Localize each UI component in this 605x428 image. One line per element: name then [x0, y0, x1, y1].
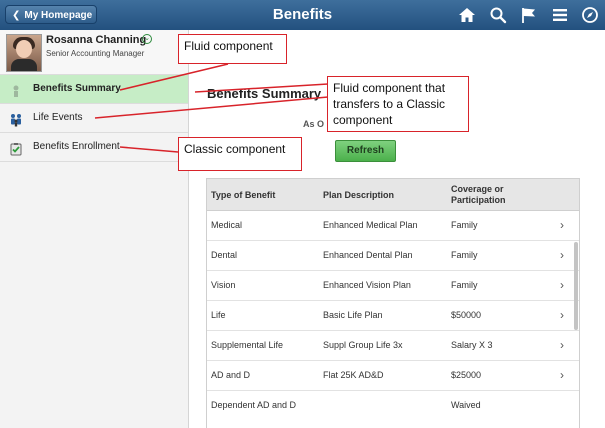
table-row[interactable]: Supplemental Life Suppl Group Life 3x Sa… [207, 331, 579, 361]
chevron-right-icon[interactable]: › [560, 211, 564, 240]
chevron-left-icon: ❮ [12, 10, 21, 21]
column-header-coverage: Coverage or Participation [451, 184, 506, 205]
table-row[interactable]: AD and D Flat 25K AD&D $25000 › [207, 361, 579, 391]
left-panel: Rosanna Channing ⌄ Senior Accounting Man… [0, 30, 189, 428]
cell-coverage: $50000 [451, 310, 482, 320]
nav-item-life-events[interactable]: Life Events [0, 103, 188, 132]
callout-classic-component: Classic component [178, 137, 302, 171]
cell-coverage: Waived [451, 400, 481, 410]
cell-coverage: Family [451, 250, 478, 260]
menu-icon[interactable] [551, 6, 569, 24]
section-title: Benefits Summary [207, 86, 322, 101]
search-icon[interactable] [489, 6, 507, 24]
table-row[interactable]: Medical Enhanced Medical Plan Family › [207, 211, 579, 241]
my-homepage-label: My Homepage [24, 10, 93, 21]
cell-plan: Enhanced Vision Plan [323, 280, 411, 290]
cell-plan: Basic Life Plan [323, 310, 383, 320]
cell-type: Supplemental Life [211, 340, 284, 350]
table-row[interactable]: Life Basic Life Plan $50000 › [207, 301, 579, 331]
cell-type: Medical [211, 220, 243, 230]
chevron-right-icon[interactable]: › [560, 271, 564, 300]
nav-item-label: Benefits Summary [33, 83, 121, 94]
cell-plan: Suppl Group Life 3x [323, 340, 403, 350]
cell-coverage: $25000 [451, 370, 482, 380]
clipboard-check-icon [9, 140, 23, 156]
cell-plan: Flat 25K AD&D [323, 370, 384, 380]
cell-type: AD and D [211, 370, 251, 380]
user-name: Rosanna Channing [46, 34, 147, 46]
chevron-right-icon[interactable]: › [560, 301, 564, 330]
user-profile[interactable]: Rosanna Channing ⌄ Senior Accounting Man… [0, 30, 188, 74]
as-of-label: As O [303, 119, 325, 129]
chevron-right-icon[interactable]: › [560, 241, 564, 270]
nav-divider [0, 161, 188, 162]
chevron-right-icon[interactable]: › [560, 361, 564, 390]
cell-type: Life [211, 310, 226, 320]
benefits-grid: Type of Benefit Plan Description Coverag… [206, 178, 580, 428]
chevron-right-icon[interactable]: › [560, 331, 564, 360]
column-header-plan: Plan Description [323, 189, 395, 200]
cell-coverage: Family [451, 280, 478, 290]
home-icon[interactable] [458, 6, 476, 24]
family-icon [9, 111, 23, 127]
flag-icon[interactable] [520, 6, 538, 24]
cell-type: Dental [211, 250, 238, 260]
grid-scrollbar[interactable] [574, 242, 578, 330]
nav-item-benefits-enrollment[interactable]: Benefits Enrollment [0, 132, 188, 161]
column-header-type: Type of Benefit [211, 189, 276, 200]
navbar-icon[interactable] [581, 6, 599, 24]
cell-type: Dependent AD and D [211, 400, 297, 410]
my-homepage-button[interactable]: ❮ My Homepage [5, 5, 97, 24]
benefits-summary-icon [9, 82, 23, 97]
avatar [6, 34, 42, 72]
callout-fluid-component: Fluid component [178, 34, 287, 64]
cell-plan: Enhanced Medical Plan [323, 220, 418, 230]
nav-item-label: Life Events [33, 112, 83, 123]
table-row[interactable]: Dependent AD and D Waived [207, 391, 579, 421]
refresh-button[interactable]: Refresh [335, 140, 396, 162]
cell-coverage: Salary X 3 [451, 340, 493, 350]
header-bar: ❮ My Homepage Benefits [0, 0, 605, 31]
user-job-title: Senior Accounting Manager [46, 49, 145, 58]
nav-item-benefits-summary[interactable]: Benefits Summary [0, 74, 188, 103]
cell-plan: Enhanced Dental Plan [323, 250, 413, 260]
nav-item-label: Benefits Enrollment [33, 141, 120, 152]
callout-fluid-to-classic: Fluid component that transfers to a Clas… [327, 76, 469, 132]
cell-type: Vision [211, 280, 236, 290]
chevron-down-icon[interactable]: ⌄ [142, 34, 152, 44]
table-row[interactable]: Dental Enhanced Dental Plan Family › [207, 241, 579, 271]
grid-header: Type of Benefit Plan Description Coverag… [207, 179, 579, 211]
cell-coverage: Family [451, 220, 478, 230]
table-row[interactable]: Vision Enhanced Vision Plan Family › [207, 271, 579, 301]
